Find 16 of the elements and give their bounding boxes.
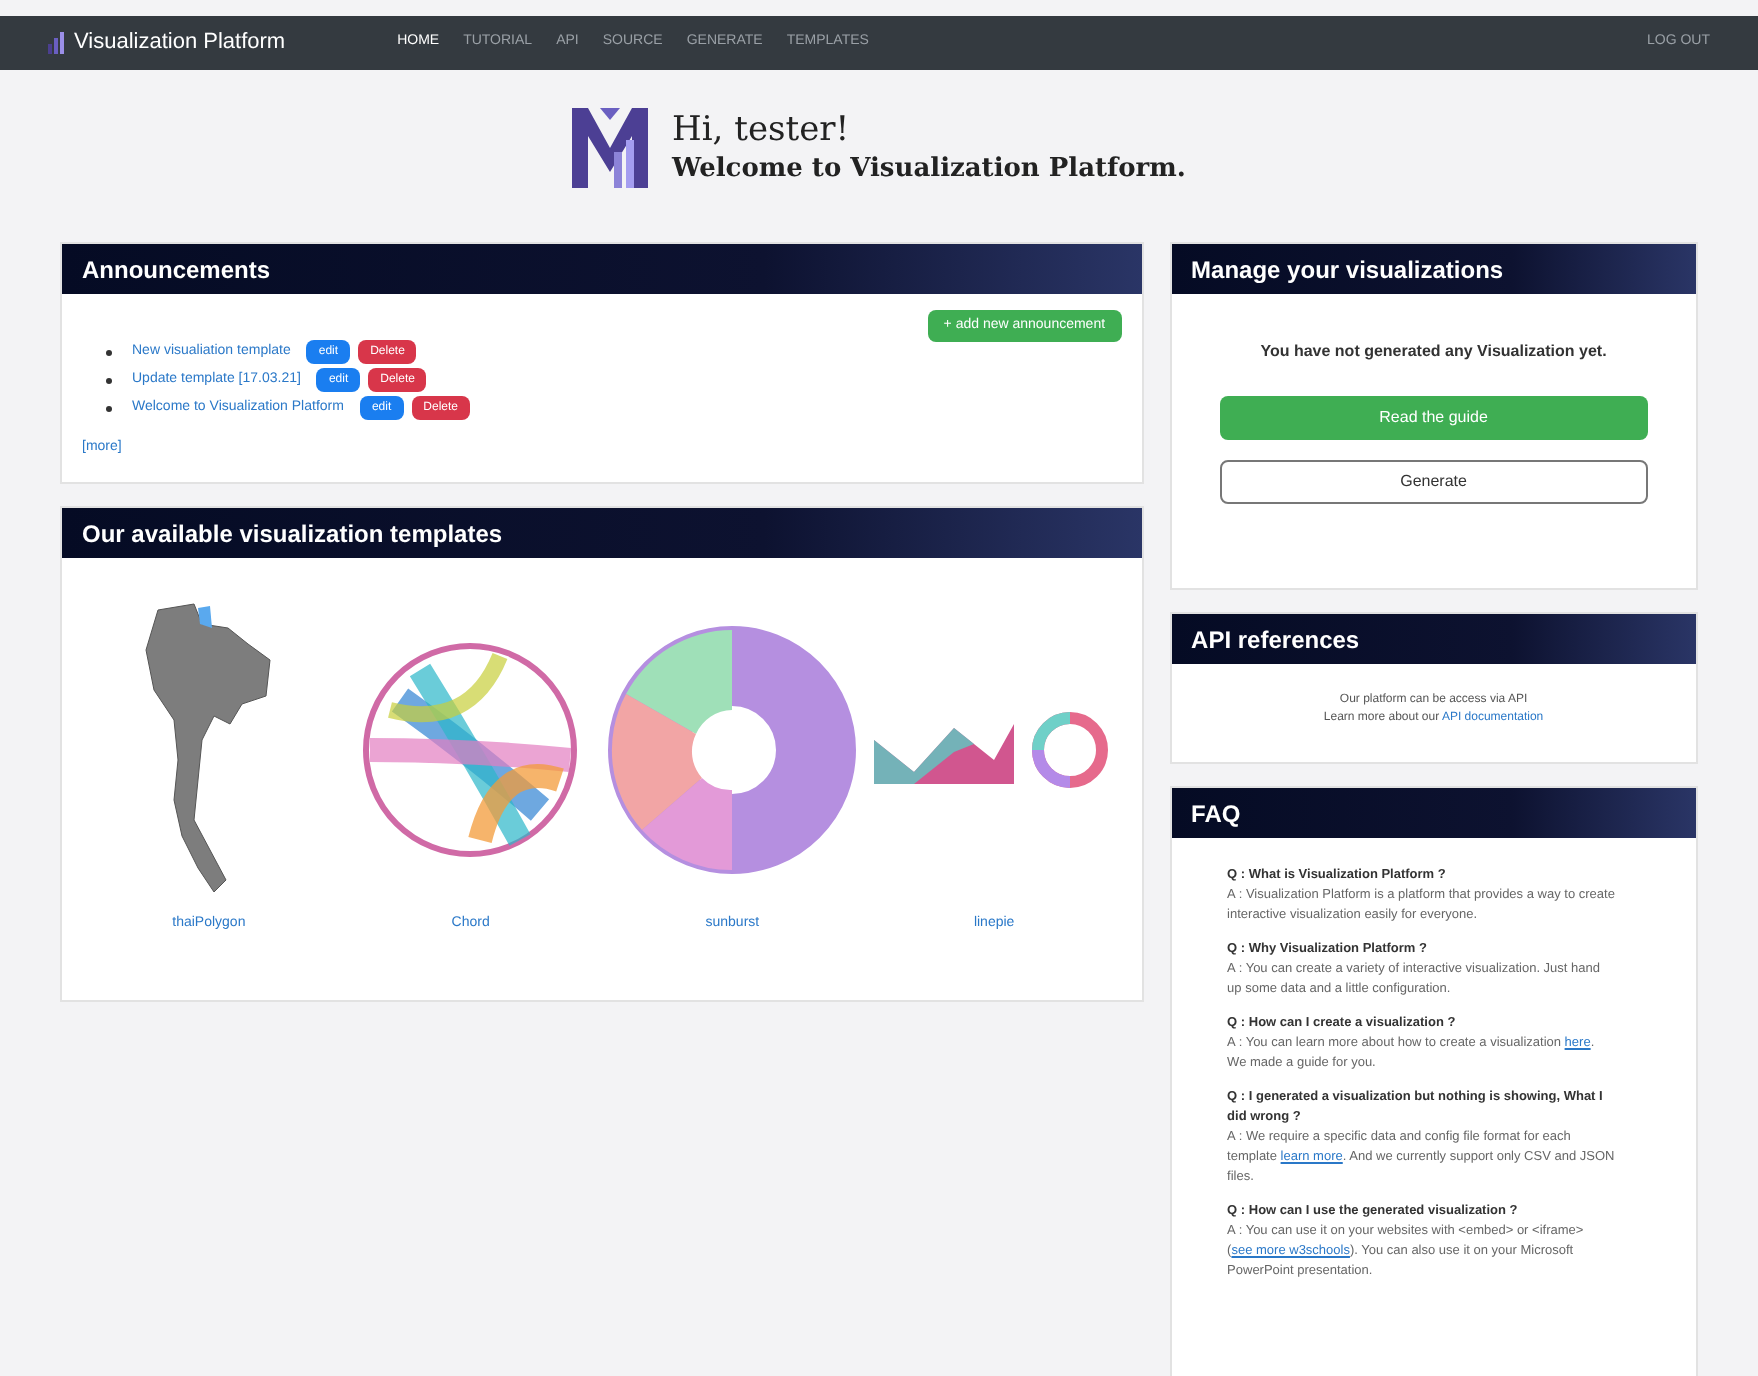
m-logo-icon	[572, 108, 649, 188]
card-title: FAQ	[1191, 797, 1241, 831]
card-title: Our available visualization templates	[82, 517, 503, 551]
bullet-icon	[106, 405, 112, 411]
card-title: API references	[1191, 623, 1360, 657]
bullet-icon	[106, 349, 112, 355]
brand-name[interactable]: Visualization Platform	[74, 26, 286, 60]
card-title: Manage your visualizations	[1191, 253, 1504, 287]
card-title: Announcements	[82, 253, 271, 287]
greeting-heading: Hi, tester!	[672, 110, 852, 153]
read-guide-button[interactable]: Read the guide	[1219, 396, 1648, 440]
bullet-icon	[106, 377, 112, 383]
empty-state-message: You have not generated any Visualization yet.	[1258, 340, 1609, 364]
generate-button[interactable]: Generate	[1219, 460, 1648, 504]
bar-chart-logo-icon	[48, 32, 66, 54]
welcome-heading: Welcome to Visualization Platform.	[672, 153, 1186, 186]
